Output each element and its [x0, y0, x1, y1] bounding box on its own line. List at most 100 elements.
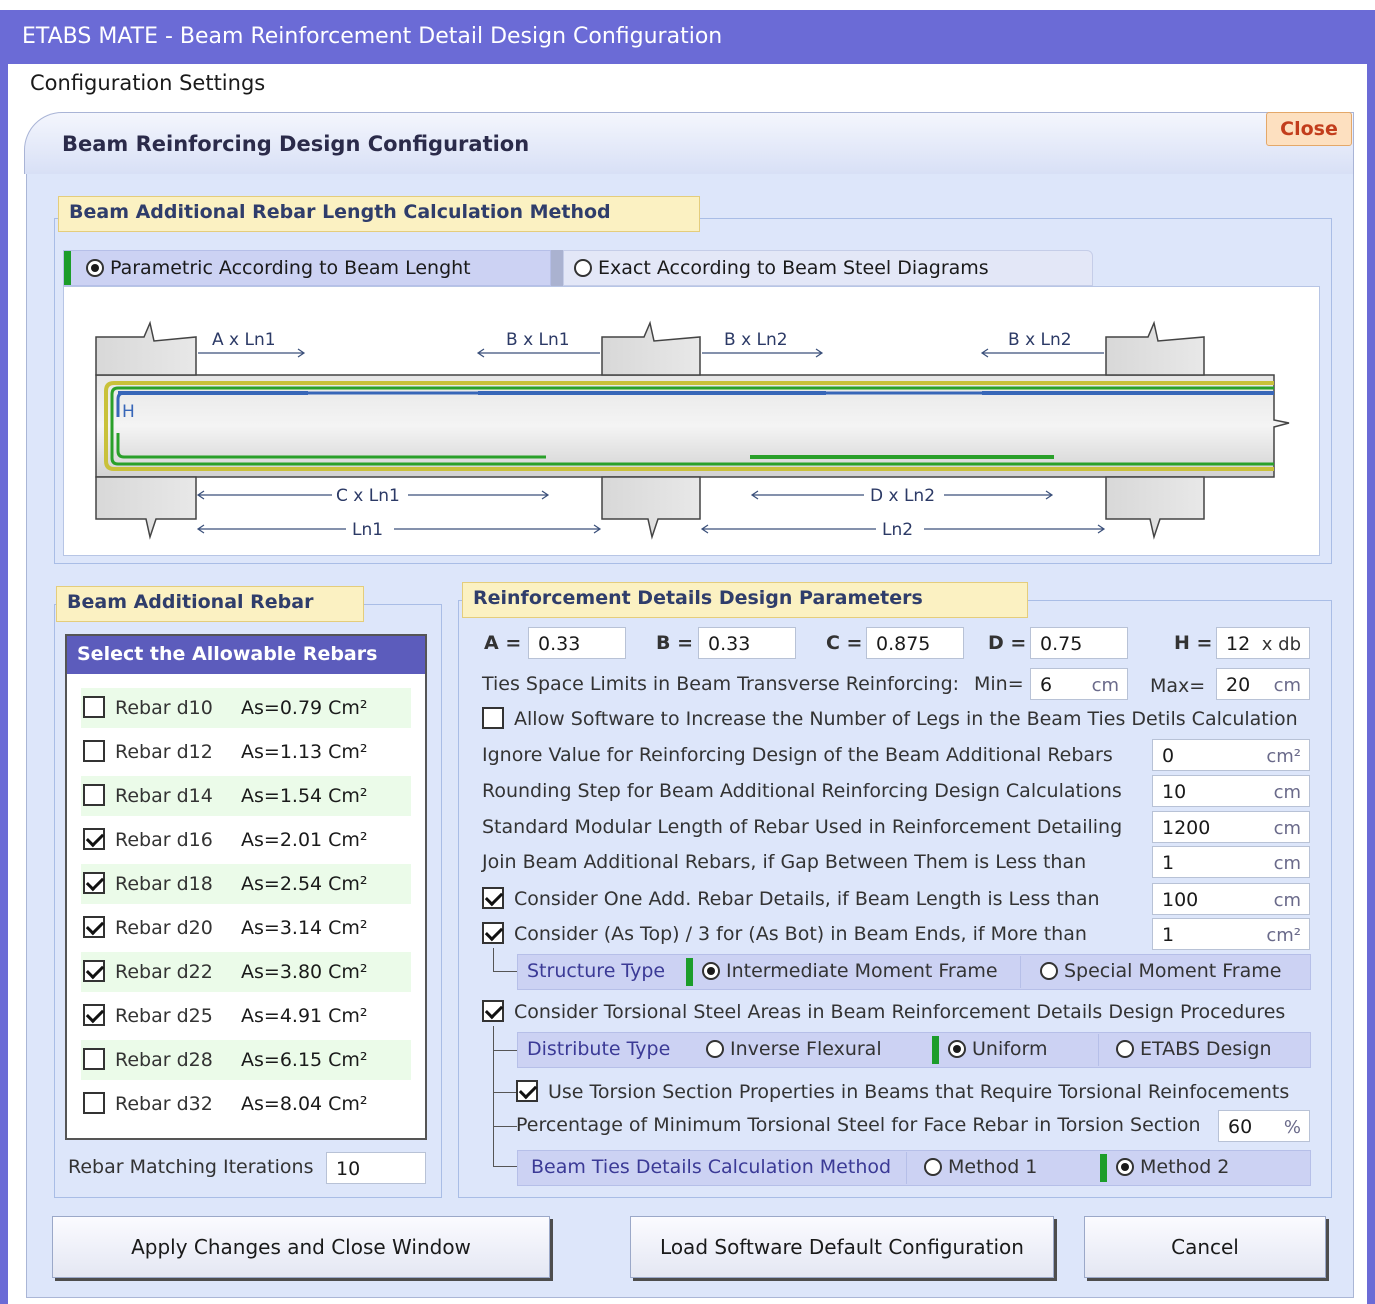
param-h-input[interactable]: 12 x db [1216, 627, 1310, 659]
allow-legs-option[interactable]: Allow Software to Increase the Number of… [482, 707, 1298, 730]
load-default-button[interactable]: Load Software Default Configuration [630, 1216, 1054, 1278]
tab-separator [551, 250, 563, 286]
bar-divider [1098, 1034, 1099, 1066]
rebar-d25-checkbox[interactable] [83, 1004, 105, 1026]
structure-type-option-intermediate[interactable]: Intermediate Moment Frame [702, 960, 998, 982]
tree-branch [493, 1126, 517, 1127]
one-add-input[interactable]: 100 cm [1152, 883, 1310, 915]
iterations-label: Rebar Matching Iterations [68, 1156, 314, 1178]
torsional-option[interactable]: Consider Torsional Steel Areas in Beam R… [482, 1000, 1285, 1023]
label-c-ln1: C x Ln1 [336, 486, 400, 506]
rebar-d22-checkbox[interactable] [83, 960, 105, 982]
distribute-option-uniform[interactable]: Uniform [948, 1038, 1048, 1060]
distribute-option-inverse[interactable]: Inverse Flexural [706, 1038, 882, 1060]
cancel-button[interactable]: Cancel [1084, 1216, 1326, 1278]
rebar-d16-checkbox[interactable] [83, 828, 105, 850]
distribute-option-etabs[interactable]: ETABS Design [1116, 1038, 1272, 1060]
label-ln2: Ln2 [882, 520, 913, 540]
join-input[interactable]: 1 cm [1152, 846, 1310, 878]
param-d-input[interactable]: 0.75 [1030, 627, 1128, 659]
as-top-option[interactable]: Consider (As Top) / 3 for (As Bot) in Be… [482, 922, 1087, 945]
ties-method-option-2[interactable]: Method 2 [1116, 1156, 1229, 1178]
rounding-input[interactable]: 10 cm [1152, 775, 1310, 807]
ties-method-option-1[interactable]: Method 1 [924, 1156, 1037, 1178]
radio-uniform[interactable] [948, 1040, 966, 1058]
tree-line [493, 1026, 494, 1166]
ties-label: Ties Space Limits in Beam Transverse Rei… [482, 673, 960, 695]
ties-min-input[interactable]: 6 cm [1030, 668, 1128, 700]
torsion-props-option[interactable]: Use Torsion Section Properties in Beams … [516, 1080, 1289, 1103]
param-h-label: H = [1174, 632, 1213, 654]
one-add-option[interactable]: Consider One Add. Rebar Details, if Beam… [482, 887, 1100, 910]
ties-max-label: Max= [1150, 675, 1206, 697]
radio-intermediate[interactable] [702, 962, 720, 980]
rebar-d12-checkbox[interactable] [83, 740, 105, 762]
join-label: Join Beam Additional Rebars, if Gap Betw… [482, 851, 1087, 873]
rebar-item-d28[interactable]: Rebar d28 As=6.15 Cm² [81, 1040, 411, 1080]
rebar-item-d14[interactable]: Rebar d14 As=1.54 Cm² [81, 776, 411, 816]
rebar-item-d20[interactable]: Rebar d20 As=3.14 Cm² [81, 908, 411, 948]
rebar-item-d18[interactable]: Rebar d18 As=2.54 Cm² [81, 864, 411, 904]
torsion-props-checkbox[interactable] [516, 1080, 538, 1102]
radio-etabs-design[interactable] [1116, 1040, 1134, 1058]
rebar-item-d12[interactable]: Rebar d12 As=1.13 Cm² [81, 732, 411, 772]
rebar-item-d32[interactable]: Rebar d32 As=8.04 Cm² [81, 1084, 411, 1124]
structure-type-option-special[interactable]: Special Moment Frame [1040, 960, 1281, 982]
iterations-input[interactable]: 10 [326, 1152, 426, 1184]
rebar-item-d25[interactable]: Rebar d25 As=4.91 Cm² [81, 996, 411, 1036]
ties-max-input[interactable]: 20 cm [1216, 668, 1310, 700]
radio-exact[interactable] [574, 259, 592, 277]
rebar-item-d22[interactable]: Rebar d22 As=3.80 Cm² [81, 952, 411, 992]
rebar-d20-checkbox[interactable] [83, 916, 105, 938]
torsional-checkbox[interactable] [482, 1000, 504, 1022]
length-method-option-exact[interactable]: Exact According to Beam Steel Diagrams [563, 250, 1093, 286]
percentage-label: Percentage of Minimum Torsional Steel fo… [516, 1114, 1201, 1136]
as-top-input[interactable]: 1 cm² [1152, 918, 1310, 950]
param-c-label: C = [826, 632, 863, 654]
window-left-border [0, 64, 8, 1304]
beam-body [95, 374, 1290, 478]
ignore-label: Ignore Value for Reinforcing Design of t… [482, 744, 1113, 766]
column-mid-top [601, 320, 701, 376]
allow-legs-checkbox[interactable] [482, 707, 504, 729]
percentage-input[interactable]: 60% [1218, 1110, 1310, 1142]
param-c-input[interactable]: 0.875 [866, 627, 964, 659]
tree-connector [493, 948, 517, 972]
rebar-d18-checkbox[interactable] [83, 872, 105, 894]
radio-method-2[interactable] [1116, 1158, 1134, 1176]
beam-diagram: A x Ln1 B x Ln1 B x Ln2 B x Ln2 C x Ln1 … [63, 286, 1320, 556]
one-add-checkbox[interactable] [482, 887, 504, 909]
ignore-input[interactable]: 0 cm² [1152, 739, 1310, 771]
radio-parametric[interactable] [86, 259, 104, 277]
rebar-item-d10[interactable]: Rebar d10 As=0.79 Cm² [81, 688, 411, 728]
modular-input[interactable]: 1200 cm [1152, 811, 1310, 843]
column-mid-bottom [601, 476, 701, 540]
rebar-d32-checkbox[interactable] [83, 1092, 105, 1114]
apply-button[interactable]: Apply Changes and Close Window [52, 1216, 550, 1278]
selected-indicator [932, 1036, 939, 1064]
menu-configuration-settings[interactable]: Configuration Settings [30, 71, 265, 95]
length-method-option-parametric[interactable]: Parametric According to Beam Lenght [63, 250, 551, 286]
menu-bar: Configuration Settings [0, 64, 1375, 104]
distribute-type-label: Distribute Type [527, 1038, 671, 1060]
rebar-d14-checkbox[interactable] [83, 784, 105, 806]
bar-divider [1020, 956, 1021, 988]
rebar-d28-checkbox[interactable] [83, 1048, 105, 1070]
ties-method-label: Beam Ties Details Calculation Method [531, 1156, 892, 1178]
param-a-input[interactable]: 0.33 [528, 627, 626, 659]
param-a-label: A = [484, 632, 522, 654]
bar-divider [906, 1152, 907, 1184]
selected-indicator [1100, 1154, 1107, 1182]
close-button[interactable]: Close [1266, 112, 1352, 146]
rebar-list-header: Select the Allowable Rebars [67, 636, 425, 674]
as-top-checkbox[interactable] [482, 922, 504, 944]
column-right-bottom [1105, 476, 1205, 540]
label-a-ln1: A x Ln1 [212, 330, 276, 350]
rebar-item-d16[interactable]: Rebar d16 As=2.01 Cm² [81, 820, 411, 860]
radio-special[interactable] [1040, 962, 1058, 980]
param-d-label: D = [988, 632, 1027, 654]
param-b-input[interactable]: 0.33 [698, 627, 796, 659]
radio-method-1[interactable] [924, 1158, 942, 1176]
radio-inverse[interactable] [706, 1040, 724, 1058]
rebar-d10-checkbox[interactable] [83, 696, 105, 718]
